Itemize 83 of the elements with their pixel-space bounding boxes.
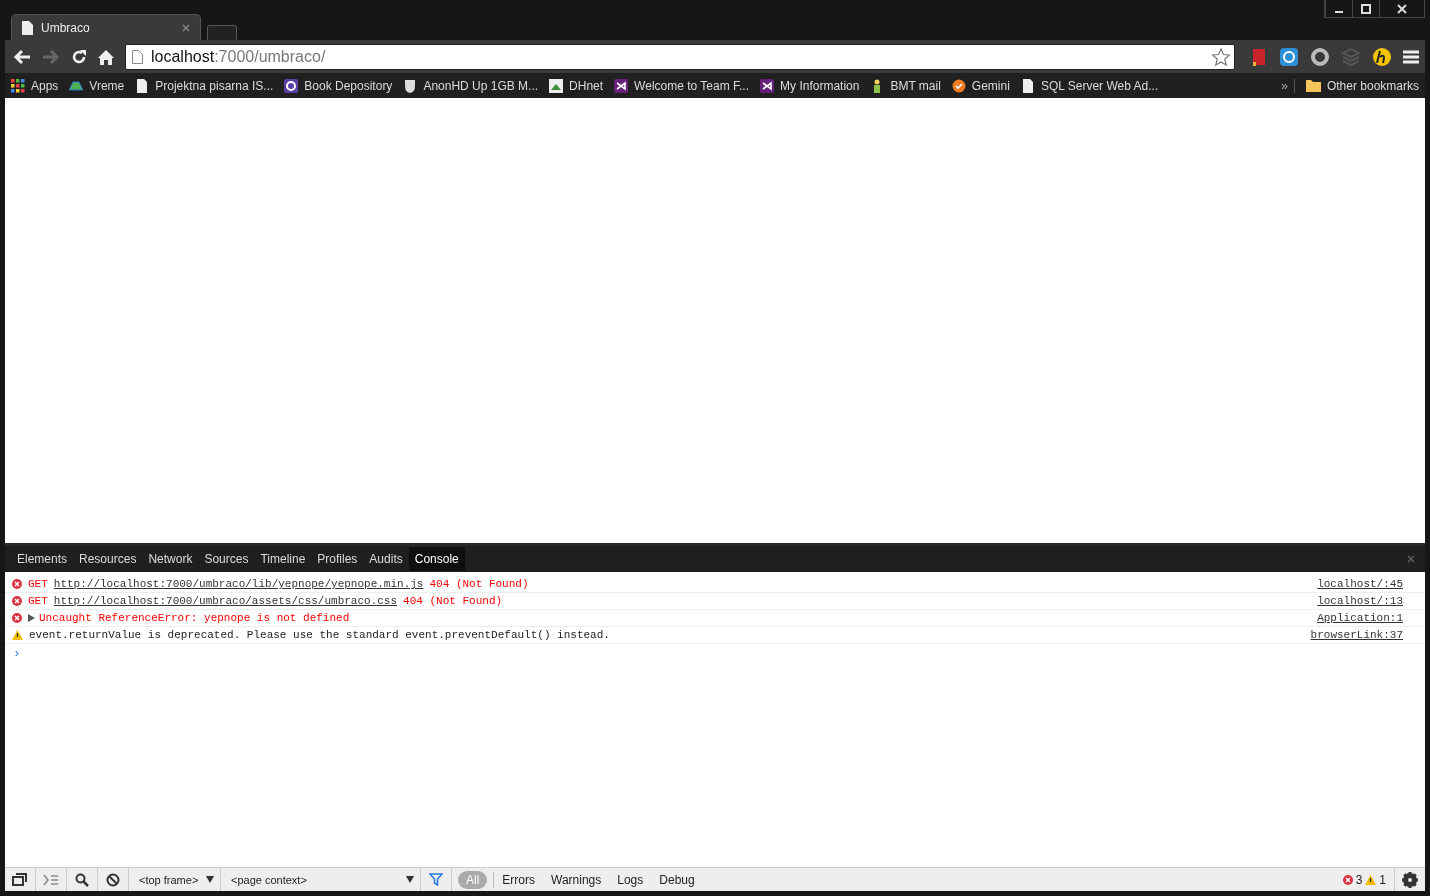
caret-icon xyxy=(206,876,214,883)
source-link[interactable]: Application:1 xyxy=(1317,612,1403,624)
bookmark-item[interactable]: Gemini xyxy=(951,78,1010,93)
prompt-list-icon xyxy=(43,873,59,886)
warning-icon xyxy=(1365,874,1377,885)
bookmark-item[interactable]: SQL Server Web Ad... xyxy=(1020,78,1159,93)
h-logo-icon[interactable] xyxy=(1372,46,1392,67)
menu-icon[interactable] xyxy=(1403,49,1419,64)
request-method: GET xyxy=(28,578,48,590)
expand-triangle-icon[interactable] xyxy=(28,614,35,622)
context-select[interactable]: <page context> xyxy=(221,868,421,891)
search-icon xyxy=(75,872,89,887)
devtools-tab[interactable]: Audits xyxy=(363,547,409,571)
filter-option[interactable]: Errors xyxy=(494,870,543,889)
back-icon[interactable] xyxy=(13,48,31,65)
devtools-tab[interactable]: Elements xyxy=(11,547,74,571)
more-bookmarks-button[interactable]: » xyxy=(1281,78,1295,93)
bookmark-item[interactable]: Vreme xyxy=(69,78,125,93)
minimize-icon xyxy=(1335,10,1343,13)
issue-counter[interactable]: 3 1 xyxy=(1334,872,1394,887)
filter-icon xyxy=(429,873,443,886)
frame-select[interactable]: <top frame> xyxy=(129,868,221,891)
page-icon xyxy=(135,78,150,93)
devtools-tab[interactable]: Console xyxy=(408,547,465,571)
request-status: 404 (Not Found) xyxy=(403,595,503,607)
bookmark-item[interactable]: Apps xyxy=(11,78,59,93)
request-status: 404 (Not Found) xyxy=(429,578,529,590)
devtools-tab[interactable]: Sources xyxy=(198,547,255,571)
bookmark-item[interactable]: Projektna pisarna IS... xyxy=(135,78,274,93)
request-method: GET xyxy=(28,595,48,607)
devtools-tab[interactable]: Profiles xyxy=(311,547,364,571)
bookmark-item[interactable]: My Information xyxy=(760,78,860,93)
ring-icon[interactable] xyxy=(1310,46,1330,67)
folder-icon xyxy=(1305,79,1321,92)
devtools-tab[interactable]: Timeline xyxy=(254,547,312,571)
bookmark-item[interactable]: Welcome to Team F... xyxy=(614,78,750,93)
page-icon xyxy=(1020,78,1035,93)
bookmark-item[interactable]: AnonHD Up 1GB M... xyxy=(403,78,539,93)
triangle-icon xyxy=(69,78,84,93)
error-icon xyxy=(12,596,22,606)
maximize-icon xyxy=(1361,3,1371,14)
close-icon xyxy=(1397,3,1407,14)
bookmark-item[interactable]: BMT mail xyxy=(870,78,941,93)
error-icon xyxy=(12,613,22,623)
close-icon[interactable] xyxy=(182,23,190,32)
request-url-link[interactable]: http://localhost:7000/umbraco/lib/yepnope/yepnope.min.js xyxy=(53,578,424,590)
devtools-tab[interactable]: Network xyxy=(142,547,199,571)
page-icon xyxy=(22,20,33,35)
bookmark-item[interactable]: Book Depository xyxy=(284,78,393,93)
other-bookmarks-button[interactable]: Other bookmarks xyxy=(1305,78,1419,93)
page-icon xyxy=(132,49,143,64)
check-circle-icon xyxy=(951,78,966,93)
source-link[interactable]: localhost/:45 xyxy=(1317,578,1403,590)
windows-icon xyxy=(12,872,28,887)
star-icon[interactable] xyxy=(1212,47,1230,66)
caret-icon xyxy=(406,876,414,883)
source-link[interactable]: localhost/:13 xyxy=(1317,595,1403,607)
reload-icon[interactable] xyxy=(71,48,87,65)
error-icon xyxy=(12,579,22,589)
warning-icon xyxy=(12,630,23,640)
grid-icon xyxy=(11,78,25,93)
filter-option[interactable]: Warnings xyxy=(543,870,610,889)
console-prompt[interactable]: › xyxy=(13,646,21,661)
gear-icon xyxy=(1402,871,1418,888)
ribbon-icon xyxy=(760,78,775,93)
request-url-link[interactable]: http://localhost:7000/umbraco/assets/css/umbraco.css xyxy=(53,595,398,607)
address-bar[interactable]: localhost:7000/umbraco/ xyxy=(125,43,1235,70)
home-icon[interactable] xyxy=(98,48,114,65)
browser-tab[interactable]: Umbraco xyxy=(11,14,201,40)
url-text: localhost:7000/umbraco/ xyxy=(151,47,327,66)
ribbon-icon xyxy=(614,78,629,93)
filter-option[interactable]: Debug xyxy=(651,870,703,889)
message-text: event.returnValue is deprecated. Please use the standard event.preventDefault() instead. xyxy=(29,629,610,641)
error-icon xyxy=(1342,874,1353,885)
devtools-tab[interactable]: Resources xyxy=(73,547,143,571)
filter-option[interactable]: Logs xyxy=(609,870,652,889)
no-entry-icon xyxy=(106,872,120,887)
message-text: Uncaught ReferenceError: yepnope is not defined xyxy=(39,612,350,624)
book-icon[interactable] xyxy=(1250,47,1268,66)
picture-icon xyxy=(549,78,564,93)
close-icon[interactable] xyxy=(1407,555,1415,563)
source-link[interactable]: browserLink:37 xyxy=(1310,629,1403,641)
bookmark-item[interactable]: DHnet xyxy=(549,78,604,93)
